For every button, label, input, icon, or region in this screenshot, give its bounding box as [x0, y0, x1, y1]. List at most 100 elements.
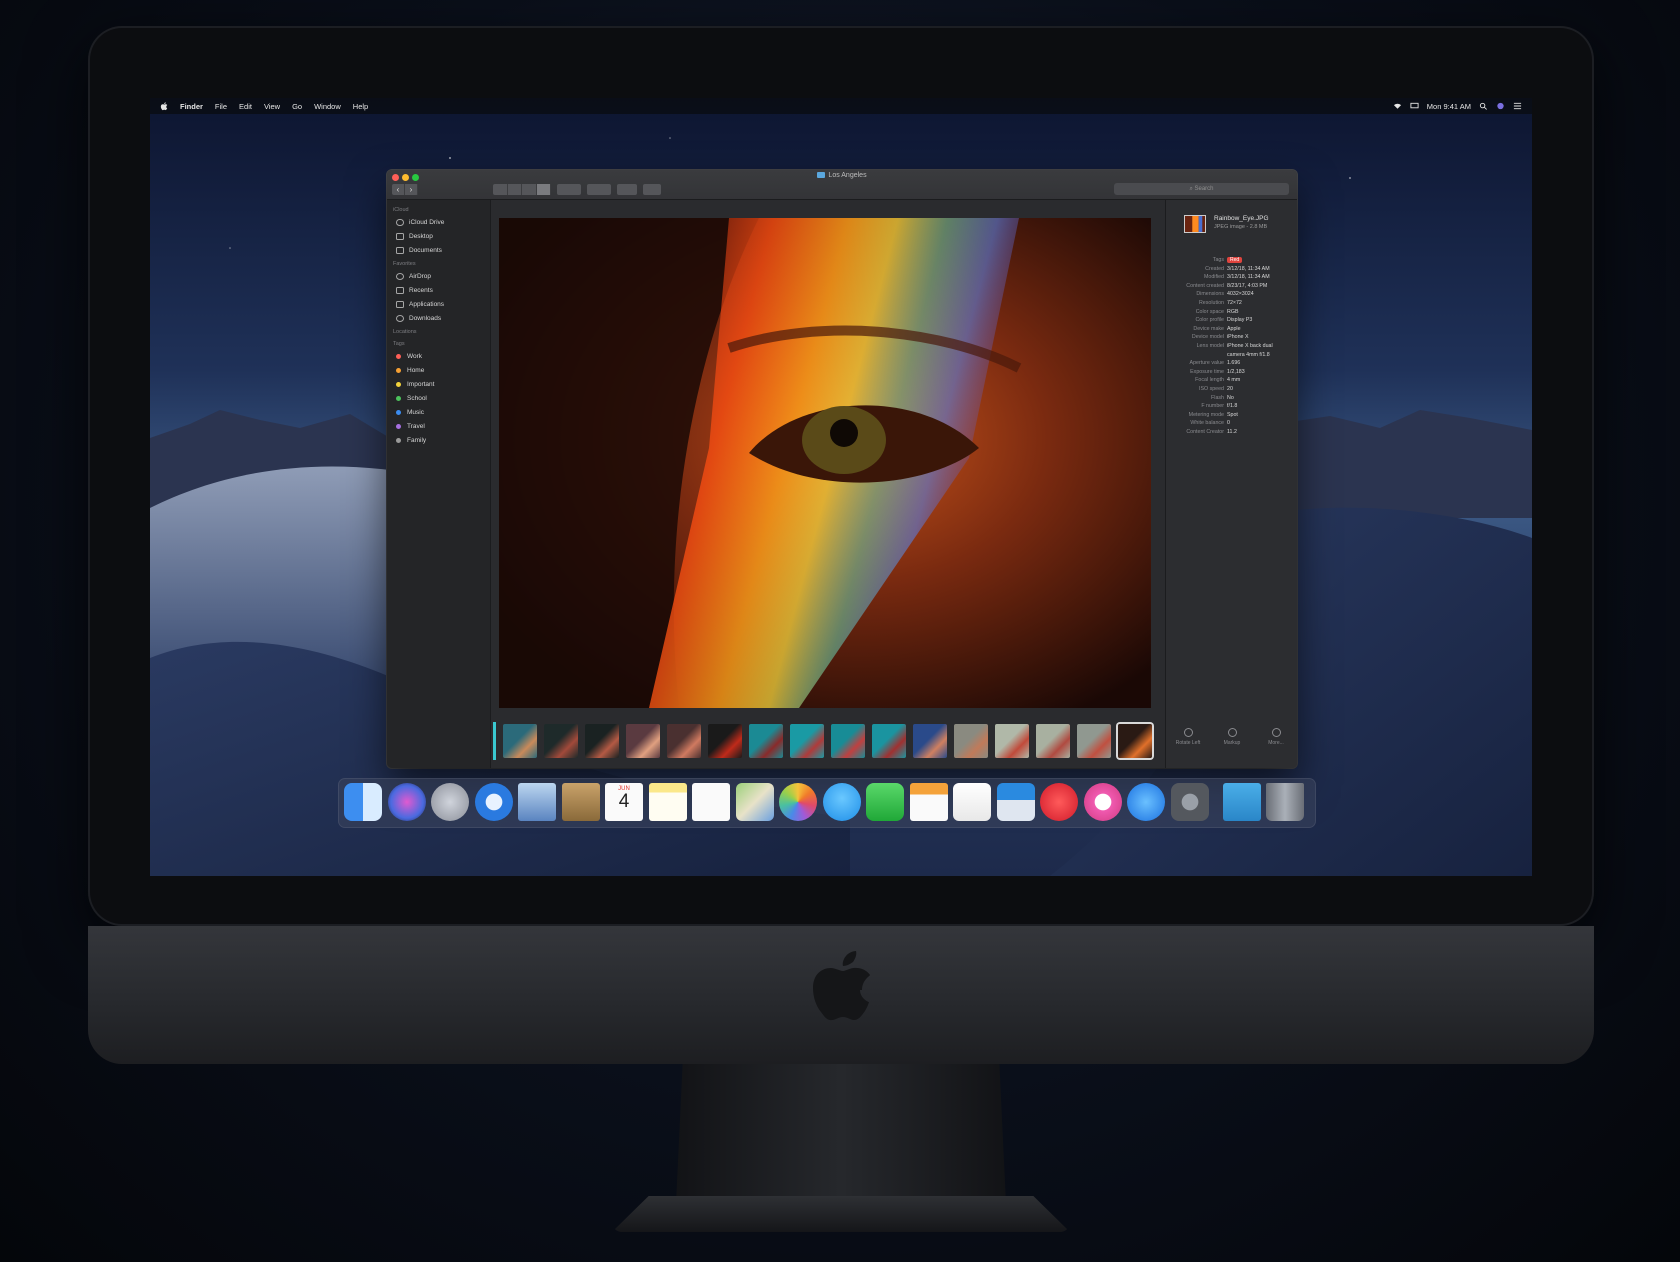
- menu-view[interactable]: View: [264, 102, 280, 111]
- gallery-view-button[interactable]: [536, 184, 551, 195]
- tag-color-dot: [396, 353, 401, 359]
- thumbnail[interactable]: [913, 724, 947, 758]
- thumbnail[interactable]: [995, 724, 1029, 758]
- metadata-row: White balance 0: [1166, 419, 1297, 428]
- sidebar-item-documents[interactable]: Documents: [387, 243, 490, 257]
- finder-icon[interactable]: [344, 783, 382, 821]
- metadata-value: 20: [1227, 385, 1233, 392]
- metadata-row: Color profile Display P3: [1166, 316, 1297, 325]
- maps-icon[interactable]: [735, 783, 774, 821]
- menu-go[interactable]: Go: [292, 102, 302, 111]
- thumbnail[interactable]: [1077, 724, 1111, 758]
- trash-icon[interactable]: [1266, 783, 1304, 821]
- thumbnail-selected[interactable]: [1118, 724, 1152, 758]
- sidebar-tag-music[interactable]: Music: [387, 405, 490, 419]
- sidebar-tag-work[interactable]: Work: [387, 349, 490, 363]
- system-preferences-icon[interactable]: [1170, 783, 1209, 821]
- thumbnail[interactable]: [831, 724, 865, 758]
- menu-edit[interactable]: Edit: [239, 102, 252, 111]
- thumbnail[interactable]: [749, 724, 783, 758]
- sidebar-item-label: iCloud Drive: [409, 218, 445, 226]
- action-menu-button[interactable]: [587, 184, 611, 195]
- markup-icon: [1227, 728, 1237, 737]
- sidebar-item-airdrop[interactable]: AirDrop: [387, 269, 490, 283]
- share-button[interactable]: [617, 184, 637, 195]
- thumbnail[interactable]: [585, 724, 619, 758]
- sidebar-item-icloud-drive[interactable]: iCloud Drive: [387, 215, 490, 229]
- sidebar-tag-travel[interactable]: Travel: [387, 419, 490, 433]
- dock: JUN 4: [338, 778, 1316, 828]
- sidebar-item-label: AirDrop: [409, 272, 432, 280]
- icon-view-button[interactable]: [493, 184, 508, 195]
- numbers-icon[interactable]: [953, 783, 991, 821]
- menu-clock[interactable]: Mon 9:41 AM: [1427, 102, 1471, 111]
- metadata-value: 1.696: [1227, 360, 1241, 367]
- sidebar-item-recents[interactable]: Recents: [387, 283, 490, 297]
- tag-badge[interactable]: Red: [1227, 256, 1297, 265]
- menu-file[interactable]: File: [215, 102, 227, 111]
- messages-icon[interactable]: [822, 783, 861, 821]
- thumbnail[interactable]: [1036, 724, 1070, 758]
- wifi-icon[interactable]: [1393, 102, 1402, 110]
- search-input[interactable]: ⌕ Search: [1114, 183, 1289, 195]
- group-by-button[interactable]: [557, 184, 581, 195]
- thumbnail[interactable]: [954, 724, 988, 758]
- back-button[interactable]: ‹: [392, 184, 405, 195]
- itunes-icon[interactable]: [1083, 783, 1122, 821]
- menu-window[interactable]: Window: [314, 102, 341, 111]
- sidebar-tag-school[interactable]: School: [387, 391, 490, 405]
- contacts-icon[interactable]: [561, 783, 600, 821]
- thumbnail[interactable]: [626, 724, 660, 758]
- metadata-label: Flash: [1211, 394, 1224, 401]
- apple-menu-icon[interactable]: [160, 101, 168, 111]
- app-store-icon[interactable]: [1127, 783, 1165, 821]
- siri-menu-icon[interactable]: [1496, 102, 1505, 110]
- notes-icon[interactable]: [648, 783, 687, 821]
- notification-center-icon[interactable]: [1513, 102, 1522, 110]
- photos-icon[interactable]: [779, 783, 817, 821]
- downloads-folder-icon[interactable]: [1222, 783, 1261, 821]
- sidebar-tag-important[interactable]: Important: [387, 377, 490, 391]
- forward-button[interactable]: ›: [405, 184, 418, 195]
- thumbnail[interactable]: [503, 724, 537, 758]
- sidebar-header-icloud: iCloud: [393, 207, 409, 213]
- metadata-value: 4032×3024: [1227, 291, 1254, 298]
- thumbnail[interactable]: [872, 724, 906, 758]
- menu-help[interactable]: Help: [353, 102, 368, 111]
- list-view-button[interactable]: [508, 184, 522, 195]
- tag-color-dot: [396, 381, 401, 387]
- metadata-value: 72×72: [1227, 299, 1242, 306]
- more-actions-button[interactable]: More...: [1257, 728, 1295, 758]
- thumbnail[interactable]: [790, 724, 824, 758]
- launchpad-icon[interactable]: [431, 783, 469, 821]
- thumbnail[interactable]: [544, 724, 578, 758]
- spotlight-icon[interactable]: [1479, 102, 1488, 110]
- mail-icon[interactable]: [518, 783, 556, 821]
- photo-preview[interactable]: [499, 218, 1151, 708]
- news-icon[interactable]: [1040, 783, 1078, 821]
- desktop-screen: Finder File Edit View Go Window Help Mon…: [150, 98, 1532, 876]
- metadata-value: 1/2,183: [1227, 368, 1245, 375]
- rotate-left-button[interactable]: Rotate Left: [1169, 728, 1207, 758]
- edit-tags-button[interactable]: [643, 184, 661, 195]
- facetime-icon[interactable]: [866, 783, 904, 821]
- pages-icon[interactable]: [909, 783, 948, 821]
- metadata-label: Exposure time: [1190, 368, 1224, 375]
- sidebar-item-applications[interactable]: Applications: [387, 297, 490, 311]
- airplay-icon[interactable]: [1410, 102, 1419, 110]
- safari-icon[interactable]: [474, 783, 513, 821]
- reminders-icon[interactable]: [692, 783, 730, 821]
- siri-icon[interactable]: [387, 783, 426, 821]
- sidebar-item-downloads[interactable]: Downloads: [387, 311, 490, 325]
- sidebar-item-desktop[interactable]: Desktop: [387, 229, 490, 243]
- sidebar-tag-home[interactable]: Home: [387, 363, 490, 377]
- calendar-icon[interactable]: JUN 4: [605, 783, 643, 821]
- menu-app-name[interactable]: Finder: [180, 102, 203, 111]
- column-view-button[interactable]: [522, 184, 537, 195]
- window-titlebar[interactable]: Los Angeles ‹ › ⌕ Search: [387, 170, 1297, 200]
- sidebar-tag-family[interactable]: Family: [387, 433, 490, 447]
- thumbnail[interactable]: [708, 724, 742, 758]
- markup-button[interactable]: Markup: [1213, 728, 1251, 758]
- keynote-icon[interactable]: [996, 783, 1035, 821]
- thumbnail[interactable]: [667, 724, 701, 758]
